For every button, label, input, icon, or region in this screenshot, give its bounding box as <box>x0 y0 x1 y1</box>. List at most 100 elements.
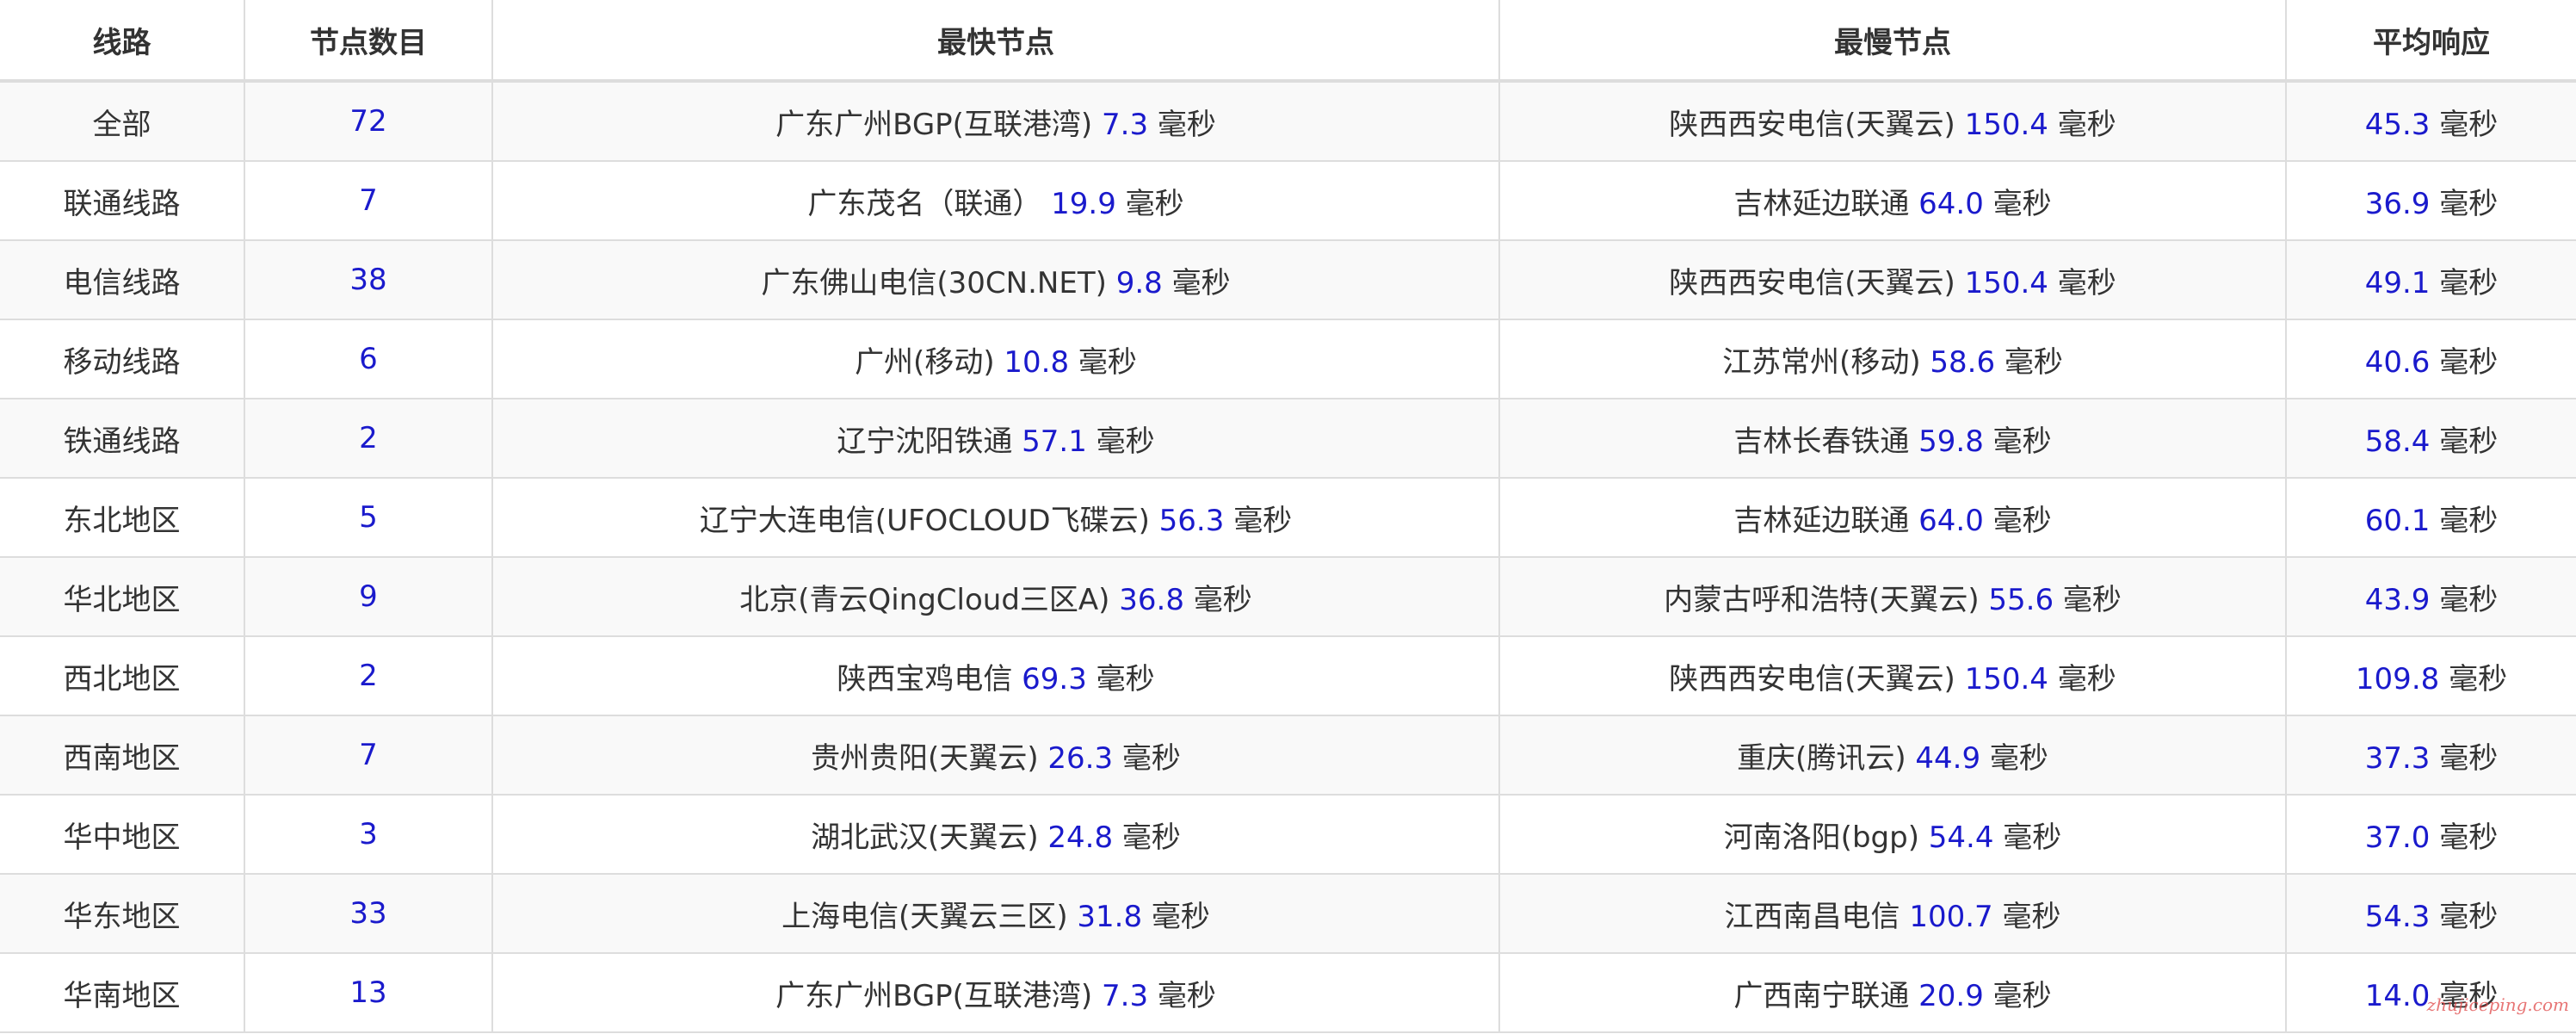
ping-results-table: 线路 节点数目 最快节点 最慢节点 平均响应 全部 72 广东广州BGP(互联港湾)… <box>0 0 2576 1033</box>
latency-unit: 毫秒 <box>1078 344 1137 380</box>
node-count-cell: 3 <box>244 794 493 875</box>
table-row: 移动线路 6 广州(移动) 10.8 毫秒 江苏常州(移动) 58.6 毫秒 40.6 … <box>0 319 2576 399</box>
slowest-node-name: 陕西西安电信(天翼云) <box>1669 265 1955 300</box>
watermark: zhujiceping.com <box>2426 994 2569 1015</box>
latency-unit: 毫秒 <box>1096 661 1155 697</box>
fastest-node-cell: 上海电信(天翼云三区) 31.8 毫秒 <box>491 873 1500 954</box>
latency-unit: 毫秒 <box>2002 899 2061 934</box>
node-count-cell: 72 <box>244 80 493 162</box>
line-cell: 华中地区 <box>0 794 245 875</box>
fastest-node-cell: 广东佛山电信(30CN.NET) 9.8 毫秒 <box>491 239 1500 320</box>
header-node-count: 节点数目 <box>244 0 493 83</box>
latency-unit: 毫秒 <box>1992 424 2052 459</box>
latency-unit: 毫秒 <box>2057 107 2116 142</box>
table-row: 华中地区 3 湖北武汉(天翼云) 24.8 毫秒 河南洛阳(bgp) 54.4 毫秒 3… <box>0 794 2576 875</box>
header-line: 线路 <box>0 0 245 83</box>
slowest-node-cell: 陕西西安电信(天翼云) 150.4 毫秒 <box>1498 239 2287 320</box>
table-row: 华南地区 13 广东广州BGP(互联港湾) 7.3 毫秒 广西南宁联通 20.9 毫秒… <box>0 952 2576 1033</box>
fastest-node-latency: 31.8 <box>1077 899 1143 934</box>
latency-unit: 毫秒 <box>1096 424 1155 459</box>
line-cell: 东北地区 <box>0 477 245 558</box>
slowest-node-cell: 陕西西安电信(天翼云) 150.4 毫秒 <box>1498 80 2287 162</box>
fastest-node-latency: 26.3 <box>1047 740 1114 776</box>
node-count-cell: 5 <box>244 477 493 558</box>
line-cell: 移动线路 <box>0 319 245 399</box>
fastest-node-name: 北京(青云QingCloud三区A) <box>739 582 1110 617</box>
latency-unit: 毫秒 <box>2057 661 2116 697</box>
latency-unit: 毫秒 <box>1125 186 1184 221</box>
node-count-cell: 33 <box>244 873 493 954</box>
fastest-node-latency: 19.9 <box>1051 186 1116 221</box>
latency-unit: 毫秒 <box>2004 344 2063 380</box>
fastest-node-cell: 陕西宝鸡电信 69.3 毫秒 <box>491 635 1500 716</box>
latency-unit: 毫秒 <box>1992 503 2052 538</box>
fastest-node-cell: 广州(移动) 10.8 毫秒 <box>491 319 1500 399</box>
average-latency: 49.1 <box>2364 265 2431 300</box>
slowest-node-name: 重庆(腾讯云) <box>1737 740 1906 776</box>
node-count-cell: 7 <box>244 715 493 796</box>
slowest-node-name: 江苏常州(移动) <box>1722 344 1921 380</box>
slowest-node-name: 河南洛阳(bgp) <box>1723 820 1919 855</box>
fastest-node-latency: 36.8 <box>1119 582 1184 617</box>
table-row: 西南地区 7 贵州贵阳(天翼云) 26.3 毫秒 重庆(腾讯云) 44.9 毫秒 37.… <box>0 715 2576 796</box>
average-response-cell: 54.3 毫秒 <box>2285 873 2576 954</box>
fastest-node-cell: 贵州贵阳(天翼云) 26.3 毫秒 <box>491 715 1500 796</box>
latency-unit: 毫秒 <box>1157 107 1216 142</box>
average-latency: 40.6 <box>2364 344 2431 380</box>
slowest-node-cell: 广西南宁联通 20.9 毫秒 <box>1498 952 2287 1033</box>
average-response-cell: 109.8 毫秒 <box>2285 635 2576 716</box>
latency-unit: 毫秒 <box>2439 265 2499 300</box>
fastest-node-name: 广东茂名（联通） <box>807 186 1042 221</box>
average-response-cell: 37.0 毫秒 <box>2285 794 2576 875</box>
table-row: 东北地区 5 辽宁大连电信(UFOCLOUD飞碟云) 56.3 毫秒 吉林延边联通 6… <box>0 477 2576 558</box>
latency-unit: 毫秒 <box>2439 899 2499 934</box>
slowest-node-latency: 55.6 <box>1988 582 2054 617</box>
latency-unit: 毫秒 <box>2057 265 2116 300</box>
latency-unit: 毫秒 <box>1121 740 1181 776</box>
table-header-row: 线路 节点数目 最快节点 最慢节点 平均响应 <box>0 0 2576 83</box>
table-row: 西北地区 2 陕西宝鸡电信 69.3 毫秒 陕西西安电信(天翼云) 150.4 毫秒 1… <box>0 635 2576 716</box>
fastest-node-cell: 广东广州BGP(互联港湾) 7.3 毫秒 <box>491 80 1500 162</box>
latency-unit: 毫秒 <box>1171 265 1231 300</box>
latency-unit: 毫秒 <box>2439 344 2499 380</box>
latency-unit: 毫秒 <box>2439 820 2499 855</box>
slowest-node-cell: 重庆(腾讯云) 44.9 毫秒 <box>1498 715 2287 796</box>
slowest-node-latency: 44.9 <box>1915 740 1981 776</box>
slowest-node-latency: 59.8 <box>1918 424 1984 459</box>
slowest-node-latency: 150.4 <box>1964 265 2048 300</box>
slowest-node-latency: 58.6 <box>1930 344 1996 380</box>
slowest-node-cell: 河南洛阳(bgp) 54.4 毫秒 <box>1498 794 2287 875</box>
node-count-cell: 7 <box>244 160 493 241</box>
fastest-node-cell: 广东茂名（联通） 19.9 毫秒 <box>491 160 1500 241</box>
average-response-cell: 40.6 毫秒 <box>2285 319 2576 399</box>
slowest-node-cell: 陕西西安电信(天翼云) 150.4 毫秒 <box>1498 635 2287 716</box>
line-cell: 电信线路 <box>0 239 245 320</box>
average-latency: 109.8 <box>2355 661 2440 697</box>
average-latency: 58.4 <box>2364 424 2431 459</box>
slowest-node-name: 陕西西安电信(天翼云) <box>1669 107 1955 142</box>
average-latency: 60.1 <box>2364 503 2431 538</box>
slowest-node-latency: 150.4 <box>1964 107 2048 142</box>
slowest-node-cell: 吉林延边联通 64.0 毫秒 <box>1498 160 2287 241</box>
line-cell: 联通线路 <box>0 160 245 241</box>
slowest-node-latency: 20.9 <box>1918 978 1984 1013</box>
slowest-node-cell: 吉林延边联通 64.0 毫秒 <box>1498 477 2287 558</box>
fastest-node-cell: 辽宁沈阳铁通 57.1 毫秒 <box>491 398 1500 479</box>
header-slowest-node: 最慢节点 <box>1498 0 2287 83</box>
table-row: 电信线路 38 广东佛山电信(30CN.NET) 9.8 毫秒 陕西西安电信(天翼云)… <box>0 239 2576 320</box>
fastest-node-cell: 辽宁大连电信(UFOCLOUD飞碟云) 56.3 毫秒 <box>491 477 1500 558</box>
line-cell: 西南地区 <box>0 715 245 796</box>
average-latency: 14.0 <box>2364 978 2431 1013</box>
fastest-node-name: 辽宁大连电信(UFOCLOUD飞碟云) <box>699 503 1150 538</box>
slowest-node-latency: 54.4 <box>1928 820 1994 855</box>
node-count-cell: 9 <box>244 556 493 637</box>
slowest-node-name: 内蒙古呼和浩特(天翼云) <box>1664 582 1980 617</box>
slowest-node-name: 江西南昌电信 <box>1724 899 1900 934</box>
slowest-node-name: 吉林延边联通 <box>1733 186 1910 221</box>
fastest-node-latency: 69.3 <box>1022 661 1087 697</box>
slowest-node-cell: 吉林长春铁通 59.8 毫秒 <box>1498 398 2287 479</box>
fastest-node-cell: 湖北武汉(天翼云) 24.8 毫秒 <box>491 794 1500 875</box>
average-response-cell: 45.3 毫秒 <box>2285 80 2576 162</box>
latency-unit: 毫秒 <box>1992 186 2052 221</box>
fastest-node-name: 陕西宝鸡电信 <box>837 661 1013 697</box>
